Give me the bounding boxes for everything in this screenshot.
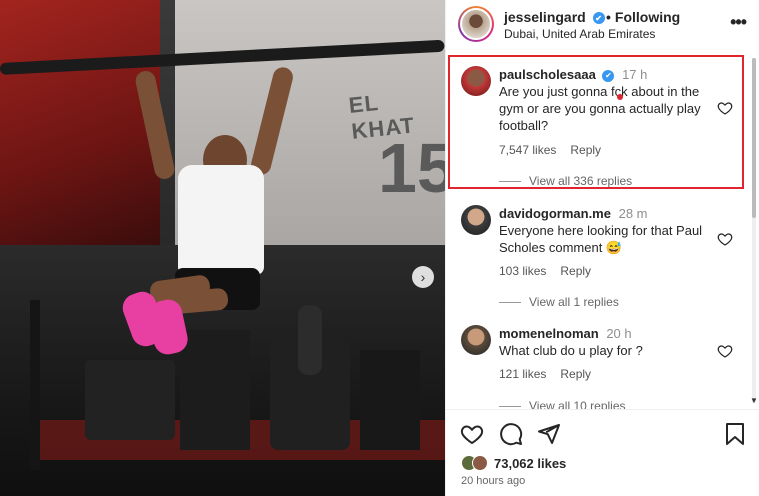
background-person xyxy=(298,305,322,375)
follow-status-label: Following xyxy=(614,9,681,25)
chevron-right-icon: › xyxy=(420,269,426,285)
like-comment-heart-icon[interactable] xyxy=(717,231,733,247)
comment-body: davidogorman.me 28 m Everyone here looki… xyxy=(499,205,714,256)
following-button[interactable]: • Following xyxy=(606,9,680,25)
more-options-icon[interactable]: ••• xyxy=(730,12,747,33)
like-heart-icon[interactable] xyxy=(460,422,484,446)
commenter-username[interactable]: momenelnoman xyxy=(499,326,599,341)
likes-summary[interactable]: 73,062 likes xyxy=(461,453,566,473)
view-replies-link[interactable]: View all 10 replies xyxy=(499,399,626,409)
post-header: jesselingard ✔ • Following Dubai, United … xyxy=(446,0,759,48)
gym-machine xyxy=(180,330,250,450)
comment-text: What club do u play for ? xyxy=(499,343,643,358)
posted-time: 20 hours ago xyxy=(461,475,526,487)
commenter-username[interactable]: davidogorman.me xyxy=(499,206,611,221)
highlighted-comment-box xyxy=(448,55,744,189)
author-username[interactable]: jesselingard ✔ xyxy=(504,9,605,25)
comment-body: momenelnoman 20 h What club do u play fo… xyxy=(499,325,714,359)
post-location[interactable]: Dubai, United Arab Emirates xyxy=(504,27,655,41)
comment-time: 28 m xyxy=(618,206,648,221)
comment-meta: 121 likes Reply xyxy=(499,367,591,381)
red-marker-dot xyxy=(617,94,623,100)
save-bookmark-icon[interactable] xyxy=(724,422,746,446)
comment-likes[interactable]: 103 likes xyxy=(499,264,546,278)
reply-button[interactable]: Reply xyxy=(560,367,591,381)
gym-machine xyxy=(360,350,420,450)
author-avatar[interactable] xyxy=(458,6,494,42)
reply-button[interactable]: Reply xyxy=(560,264,591,278)
dot-separator: • xyxy=(606,9,611,25)
gym-rack xyxy=(30,300,40,470)
next-photo-button[interactable]: › xyxy=(412,266,434,288)
comment-text: Everyone here looking for that Paul Scho… xyxy=(499,223,703,255)
poster-number: 15 xyxy=(378,129,445,207)
commenter-avatar[interactable] xyxy=(461,325,491,355)
verified-icon: ✔ xyxy=(592,12,605,25)
comment-bubble-icon[interactable] xyxy=(499,422,523,446)
post-photo[interactable]: EL KHAT 15 › xyxy=(0,0,445,496)
share-send-icon[interactable] xyxy=(537,422,561,446)
view-replies-link[interactable]: View all 1 replies xyxy=(499,295,619,309)
author-username-text[interactable]: jesselingard xyxy=(504,9,586,25)
athlete-torso xyxy=(178,165,264,275)
author-avatar-image xyxy=(460,8,492,40)
actions-divider xyxy=(446,409,759,410)
scroll-down-arrow-icon[interactable]: ▼ xyxy=(750,396,758,405)
comment-meta: 103 likes Reply xyxy=(499,264,591,278)
comment-likes[interactable]: 121 likes xyxy=(499,367,546,381)
comment-time: 20 h xyxy=(606,326,632,341)
commenter-avatar[interactable] xyxy=(461,205,491,235)
post-likes-count[interactable]: 73,062 likes xyxy=(494,456,566,471)
red-wall-panel xyxy=(0,0,160,245)
like-comment-heart-icon[interactable] xyxy=(717,343,733,359)
gym-machine xyxy=(85,360,175,440)
scrollbar-thumb[interactable] xyxy=(752,58,756,218)
liker-avatar xyxy=(472,455,488,471)
